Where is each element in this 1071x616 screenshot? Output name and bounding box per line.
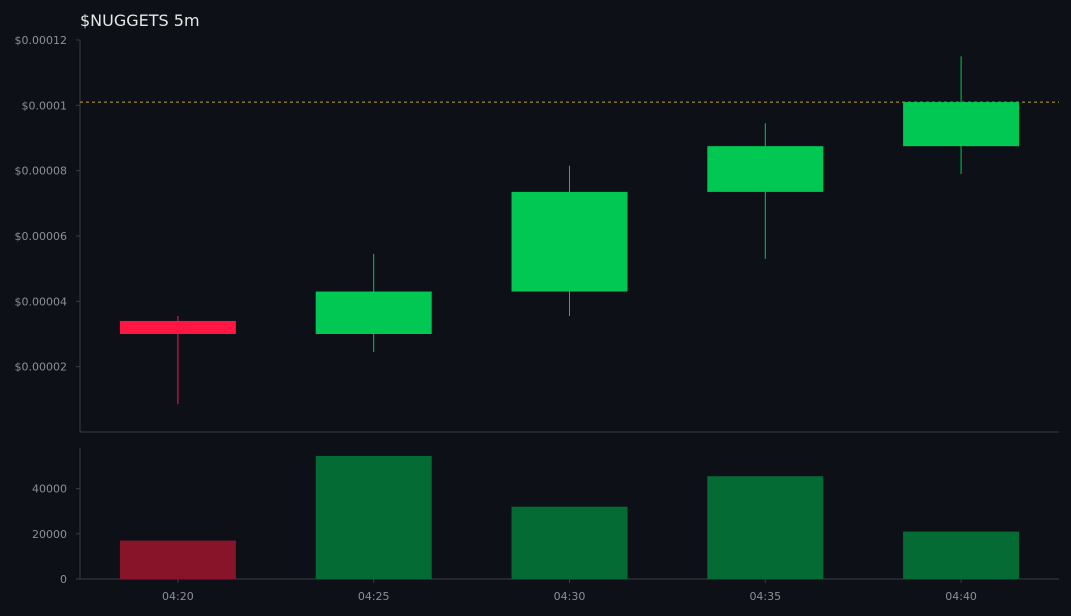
volume-bar <box>119 540 236 579</box>
volume-panel: 0 20000 40000 04:20 04:25 04:30 04:35 04:40 <box>32 448 1059 603</box>
candle-body <box>903 102 1020 147</box>
volume-tick-label: 40000 <box>32 483 67 496</box>
x-tick-label: 04:30 <box>554 590 586 603</box>
chart-canvas: $NUGGETS 5m $0.00002$0.00004$0.00006$0.0… <box>15 11 1059 603</box>
volume-tick-label: 0 <box>60 573 67 586</box>
x-tick-label: 04:40 <box>945 590 977 603</box>
price-tick-label: $0.0001 <box>22 99 68 112</box>
price-tick-label: $0.00004 <box>15 295 68 308</box>
x-tick-label: 04:35 <box>749 590 781 603</box>
volume-tick-label: 20000 <box>32 528 67 541</box>
price-tick-label: $0.00006 <box>15 230 68 243</box>
candle-body <box>119 320 236 334</box>
chart-title: $NUGGETS 5m <box>80 11 200 30</box>
volume-bar <box>511 506 628 579</box>
price-tick-label: $0.00002 <box>15 361 68 374</box>
candlestick-chart: $NUGGETS 5m $0.00002 $0.00004 $0.00006 $0.0… <box>0 0 1071 616</box>
price-tick-label: $0.00012 <box>15 34 68 47</box>
volume-bar <box>707 476 824 579</box>
candle-body <box>315 291 432 334</box>
volume-bar <box>903 531 1020 579</box>
candle-body <box>707 146 824 192</box>
x-tick-label: 04:25 <box>358 590 390 603</box>
price-tick-label: $0.00008 <box>15 165 68 178</box>
candle-body <box>511 191 628 292</box>
volume-bar <box>315 455 432 579</box>
price-panel: $0.00002 $0.00004 $0.00006 $0.00008 $0.0001 $… <box>15 34 1059 433</box>
x-tick-label: 04:20 <box>162 590 194 603</box>
